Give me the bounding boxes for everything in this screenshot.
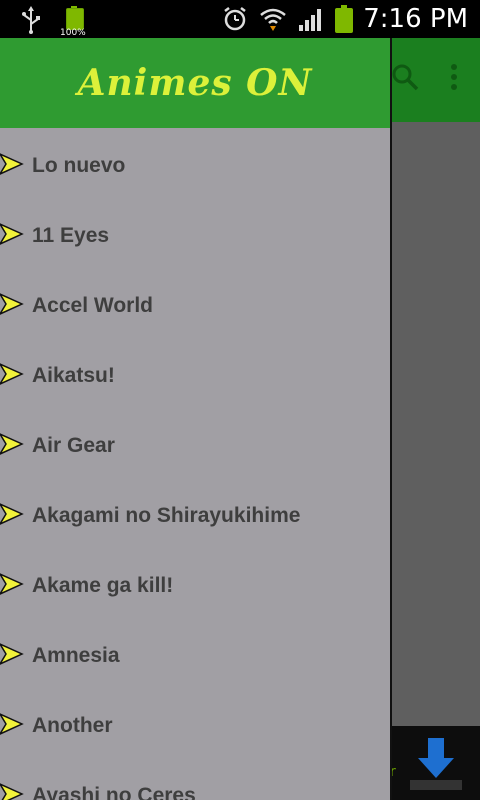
drawer-header: Animes ON	[0, 38, 390, 128]
drawer-item[interactable]: Ayashi no Ceres	[0, 758, 390, 800]
drawer-item[interactable]: Akame ga kill!	[0, 548, 390, 618]
drawer-item-label: Akame ga kill!	[32, 574, 174, 597]
arrow-icon	[0, 433, 24, 455]
arrow-icon	[0, 363, 24, 385]
arrow-icon	[0, 153, 24, 175]
drawer-title: Animes ON	[77, 62, 313, 104]
arrow-icon	[0, 293, 24, 315]
drawer-item-label: 11 Eyes	[32, 224, 110, 247]
arrow-icon	[0, 643, 24, 665]
drawer-item[interactable]: 11 Eyes	[0, 198, 390, 268]
drawer-item[interactable]: Air Gear	[0, 408, 390, 478]
wifi-icon	[260, 8, 287, 31]
arrow-icon	[0, 783, 24, 800]
status-bar: 100% 7:16 PM	[0, 0, 480, 38]
drawer-list: Lo nuevo 11 Eyes Accel World Aikatsu! Ai…	[0, 128, 390, 800]
arrow-icon	[0, 713, 24, 735]
overflow-menu-icon[interactable]	[450, 62, 458, 92]
drawer-item-label: Akagami no Shirayukihime	[32, 504, 301, 527]
arrow-icon	[0, 223, 24, 245]
drawer-item[interactable]: Aikatsu!	[0, 338, 390, 408]
battery-icon: 100%	[60, 6, 90, 38]
drawer-item[interactable]: Accel World	[0, 268, 390, 338]
signal-icon	[299, 9, 322, 31]
drawer-item[interactable]: Amnesia	[0, 618, 390, 688]
usb-icon	[22, 6, 40, 34]
drawer-item[interactable]: Another	[0, 688, 390, 758]
drawer-item-label: Another	[32, 714, 113, 737]
arrow-icon	[0, 573, 24, 595]
drawer-item[interactable]: Akagami no Shirayukihime	[0, 478, 390, 548]
clock: 7:16 PM	[363, 4, 468, 34]
background-app-bar	[390, 38, 480, 122]
drawer-item[interactable]: Lo nuevo	[0, 128, 390, 198]
background-content	[390, 122, 480, 726]
drawer-item-label: Aikatsu!	[32, 364, 115, 387]
navigation-drawer: Animes ON Lo nuevo 11 Eyes Accel World A…	[0, 38, 392, 800]
drawer-item-label: Air Gear	[32, 434, 115, 457]
alarm-icon	[224, 7, 246, 31]
drawer-item-label: Amnesia	[32, 644, 120, 667]
battery-icon	[335, 5, 354, 33]
ad-banner[interactable]: r	[390, 726, 480, 800]
download-icon[interactable]	[406, 734, 466, 794]
drawer-item-label: Accel World	[32, 294, 153, 317]
drawer-item-label: Ayashi no Ceres	[32, 784, 196, 800]
arrow-icon	[0, 503, 24, 525]
status-right: 7:16 PM	[221, 4, 468, 34]
status-left: 100%	[20, 6, 90, 38]
search-icon[interactable]	[390, 62, 420, 92]
drawer-item-label: Lo nuevo	[32, 154, 126, 177]
battery-percent: 100%	[60, 28, 86, 38]
